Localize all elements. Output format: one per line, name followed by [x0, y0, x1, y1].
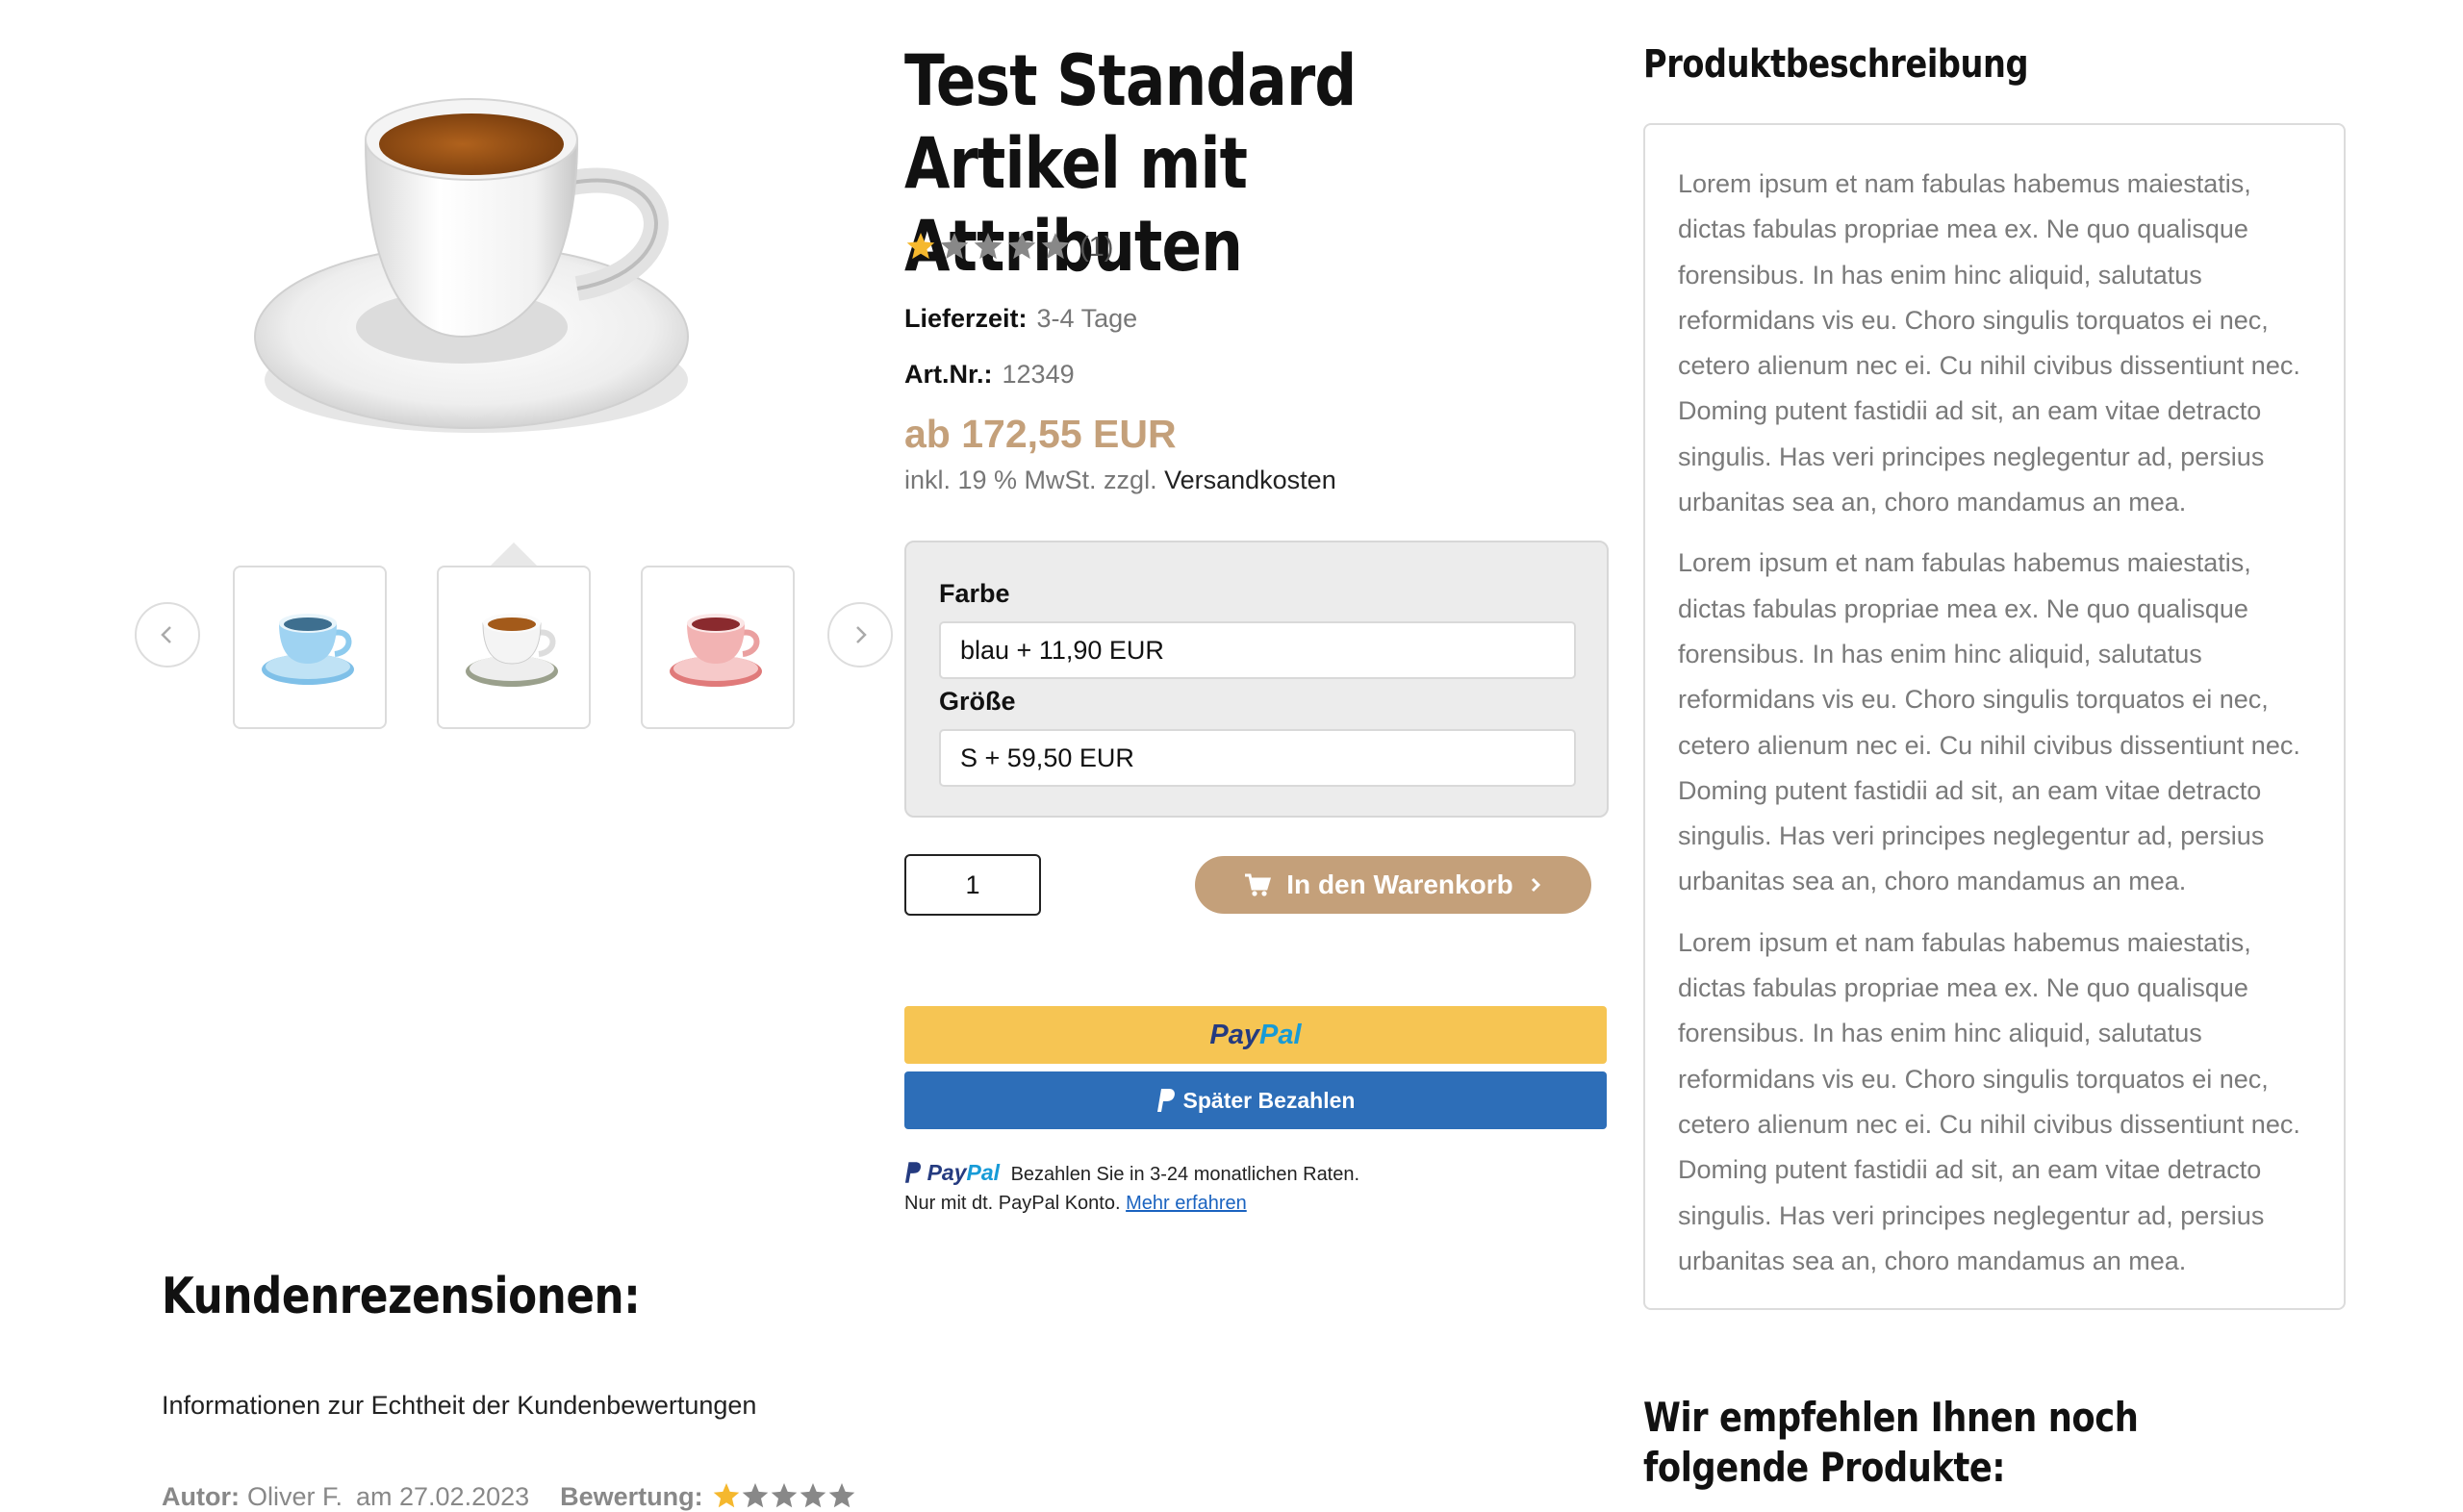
chevron-left-icon — [161, 626, 171, 643]
review-date: am 27.02.2023 — [356, 1481, 530, 1511]
author-label: Autor: — [162, 1481, 240, 1511]
variant-selection-box: Farbe blau + 11,90 EUR Größe S + 59,50 E… — [904, 541, 1609, 818]
author-name: Oliver F. — [246, 1481, 343, 1511]
installment-text: Bezahlen Sie in 3-24 monatlichen Raten. — [1010, 1164, 1360, 1185]
add-to-cart-button[interactable]: In den Warenkorb — [1195, 856, 1591, 914]
tax-info: inkl. 19 % MwSt. zzgl. Versandkosten — [904, 466, 1336, 495]
chevron-right-icon — [1531, 877, 1540, 893]
gallery-next-button[interactable] — [827, 602, 893, 668]
description-paragraph: Lorem ipsum et nam fabulas habemus maies… — [1678, 169, 2300, 517]
rating-count-link[interactable]: (1) — [1079, 232, 1113, 264]
rating-stars — [906, 233, 1070, 260]
description-paragraph: Lorem ipsum et nam fabulas habemus maies… — [1678, 927, 2300, 1275]
quantity-input[interactable]: 1 — [904, 854, 1041, 916]
paypal-p-icon — [1156, 1089, 1175, 1112]
paypal-logo-pal: Pal — [1259, 1019, 1302, 1050]
delivery-time-row: Lieferzeit: 3-4 Tage — [904, 304, 1137, 334]
star-empty-icon — [1041, 233, 1070, 260]
delivery-time-value: 3-4 Tage — [1036, 304, 1138, 333]
star-filled-icon — [906, 233, 935, 260]
size-select[interactable]: S + 59,50 EUR — [939, 729, 1576, 787]
star-empty-icon — [800, 1483, 825, 1508]
thumbnail-blue-cup[interactable] — [233, 566, 387, 729]
add-to-cart-label: In den Warenkorb — [1286, 869, 1513, 899]
delivery-time-label: Lieferzeit: — [904, 304, 1028, 333]
star-empty-icon — [742, 1483, 768, 1508]
star-filled-icon — [713, 1483, 739, 1508]
thumbnail-pink-cup[interactable] — [641, 566, 795, 729]
chevron-right-icon — [856, 626, 867, 643]
paypal-installment-message: PayPal Bezahlen Sie in 3-24 monatlichen … — [904, 1158, 1359, 1218]
sku-row: Art.Nr.: 12349 — [904, 360, 1075, 390]
star-empty-icon — [1007, 233, 1036, 260]
product-price: ab 172,55 EUR — [904, 412, 1177, 456]
description-paragraph: Lorem ipsum et nam fabulas habemus maies… — [1678, 548, 2300, 896]
paypal-msg-logo-pay: Pay — [927, 1160, 967, 1185]
cart-icon — [1245, 873, 1272, 896]
star-empty-icon — [771, 1483, 797, 1508]
description-title: Produktbeschreibung — [1643, 42, 2029, 87]
sku-label: Art.Nr.: — [904, 360, 993, 389]
product-rating[interactable]: (1) — [904, 231, 1113, 264]
review-meta: Autor: Oliver F. am 27.02.2023 Bewertung… — [162, 1481, 857, 1512]
thumbnail-selected-pointer — [489, 542, 539, 567]
gallery-prev-button[interactable] — [135, 602, 200, 668]
review-rating-stars — [713, 1483, 854, 1508]
star-empty-icon — [828, 1483, 854, 1508]
star-empty-icon — [974, 233, 1003, 260]
tax-text: inkl. 19 % MwSt. zzgl. — [904, 466, 1157, 494]
installment-note: Nur mit dt. PayPal Konto. — [904, 1193, 1121, 1214]
paypal-p-icon — [904, 1162, 922, 1183]
shipping-costs-link[interactable]: Versandkosten — [1164, 466, 1336, 494]
paypal-logo-pay: Pay — [1209, 1019, 1260, 1050]
recommendations-title: Wir empfehlen Ihnen noch folgende Produk… — [1643, 1394, 2139, 1491]
reviews-title: Kundenrezensionen: — [162, 1268, 641, 1325]
pay-later-button[interactable]: Später Bezahlen — [904, 1071, 1607, 1129]
pink-cup-image — [670, 614, 762, 687]
color-label: Farbe — [939, 579, 1010, 608]
thumbnail-white-cup[interactable] — [437, 566, 591, 729]
pay-later-label: Später Bezahlen — [1182, 1087, 1356, 1113]
blue-cup-image — [262, 614, 354, 685]
color-select[interactable]: blau + 11,90 EUR — [939, 621, 1576, 679]
product-main-image[interactable] — [226, 48, 765, 442]
paypal-button[interactable]: Pay Pal — [904, 1006, 1607, 1064]
size-label: Größe — [939, 687, 1016, 716]
review-authenticity-link[interactable]: Informationen zur Echtheit der Kundenbew… — [162, 1391, 756, 1421]
description-box: Lorem ipsum et nam fabulas habemus maies… — [1643, 123, 2346, 1310]
rating-label: Bewertung: — [560, 1481, 703, 1511]
learn-more-link[interactable]: Mehr erfahren — [1126, 1193, 1247, 1214]
white-cup-image — [466, 614, 558, 687]
sku-value: 12349 — [1002, 360, 1075, 389]
paypal-msg-logo-pal: Pal — [966, 1160, 1001, 1185]
star-empty-icon — [940, 233, 969, 260]
